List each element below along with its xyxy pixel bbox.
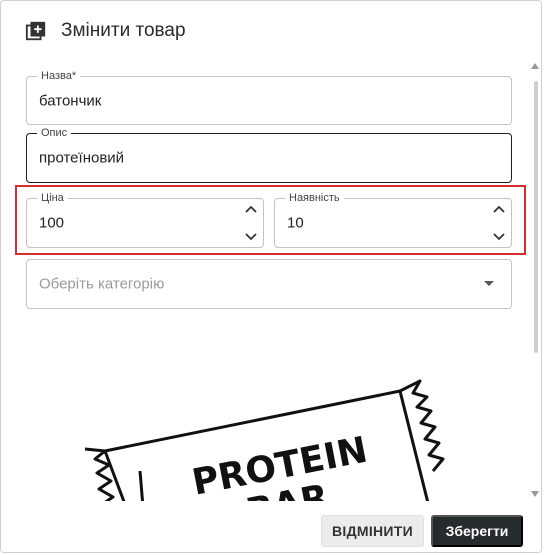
add-box-icon [25,21,46,41]
stock-stepper[interactable] [491,203,507,243]
category-select[interactable]: Оберіть категорію [26,259,512,309]
protein-bar-illustration: PROTEIN BAR [84,379,445,501]
price-stepper[interactable] [243,203,259,243]
price-value: 100 [39,214,65,232]
description-value: протеїновий [39,149,125,167]
chevron-up-icon[interactable] [492,203,506,215]
chevron-down-icon[interactable] [244,231,258,243]
stock-value: 10 [287,214,304,232]
product-image: PROTEIN BAR [25,331,515,501]
name-label: Назва* [37,70,81,82]
name-field[interactable]: Назва* батончик [26,70,512,125]
scroll-up-arrow[interactable] [531,63,539,69]
dialog-header: Змінити товар [25,17,186,45]
description-field[interactable]: Опис протеїновий [26,127,512,183]
dialog-title: Змінити товар [61,20,186,41]
stock-label: Наявність [285,192,344,204]
cancel-button[interactable]: ВІДМІНИТИ [321,515,424,547]
chevron-up-icon[interactable] [244,203,258,215]
stock-field[interactable]: Наявність 10 [274,192,512,248]
price-label: Ціна [37,192,68,204]
scrollbar-thumb[interactable] [534,81,538,353]
name-value: батончик [39,92,102,109]
edit-product-dialog: Змінити товар Назва* батончик Опис проте… [0,0,542,553]
dropdown-arrow-icon[interactable] [483,280,495,288]
category-placeholder: Оберіть категорію [39,275,165,293]
chevron-down-icon[interactable] [492,231,506,243]
price-field[interactable]: Ціна 100 [26,192,264,248]
scroll-down-arrow[interactable] [531,491,539,497]
dialog-footer: ВІДМІНИТИ Зберегти [1,501,541,552]
description-label: Опис [37,127,72,139]
save-button[interactable]: Зберегти [431,515,523,547]
